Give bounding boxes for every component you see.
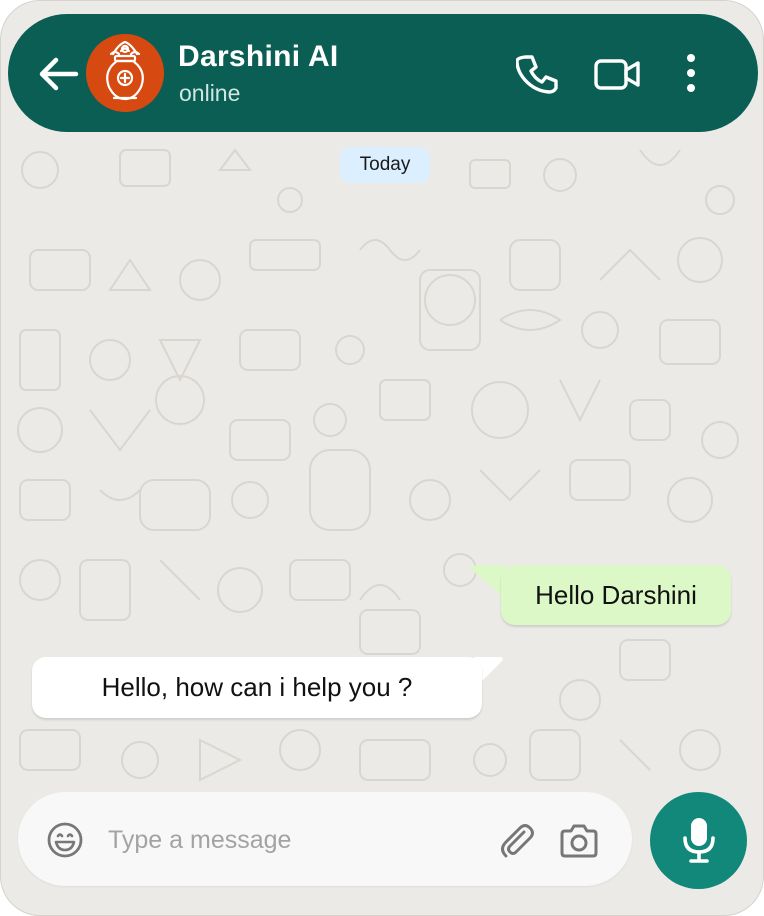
emoji-icon[interactable] xyxy=(46,821,84,859)
camera-icon[interactable] xyxy=(558,822,600,860)
chat-header: Darshini AI online xyxy=(8,14,758,132)
message-text: Hello Darshini xyxy=(535,579,697,610)
date-chip: Today xyxy=(340,147,430,183)
chat-wallpaper xyxy=(17,148,739,782)
message-composer xyxy=(18,792,632,886)
incoming-message[interactable]: Hello, how can i help you ? xyxy=(32,657,482,718)
message-input[interactable] xyxy=(106,818,490,862)
contact-name[interactable]: Darshini AI xyxy=(178,40,339,74)
back-arrow-icon[interactable] xyxy=(36,54,80,94)
video-camera-icon[interactable] xyxy=(592,52,642,96)
outgoing-message[interactable]: Hello Darshini xyxy=(501,565,731,625)
contact-status: online xyxy=(179,80,241,106)
phone-icon[interactable] xyxy=(516,52,560,96)
more-vert-icon[interactable] xyxy=(676,52,706,96)
microphone-icon xyxy=(683,818,715,863)
chat-screen: Darshini AI online Today Hello Darshini … xyxy=(0,0,764,916)
avatar[interactable] xyxy=(86,34,164,112)
message-text: Hello, how can i help you ? xyxy=(101,672,413,702)
paperclip-icon[interactable] xyxy=(496,820,536,860)
microphone-button[interactable] xyxy=(650,792,747,889)
kalash-icon xyxy=(106,40,144,101)
